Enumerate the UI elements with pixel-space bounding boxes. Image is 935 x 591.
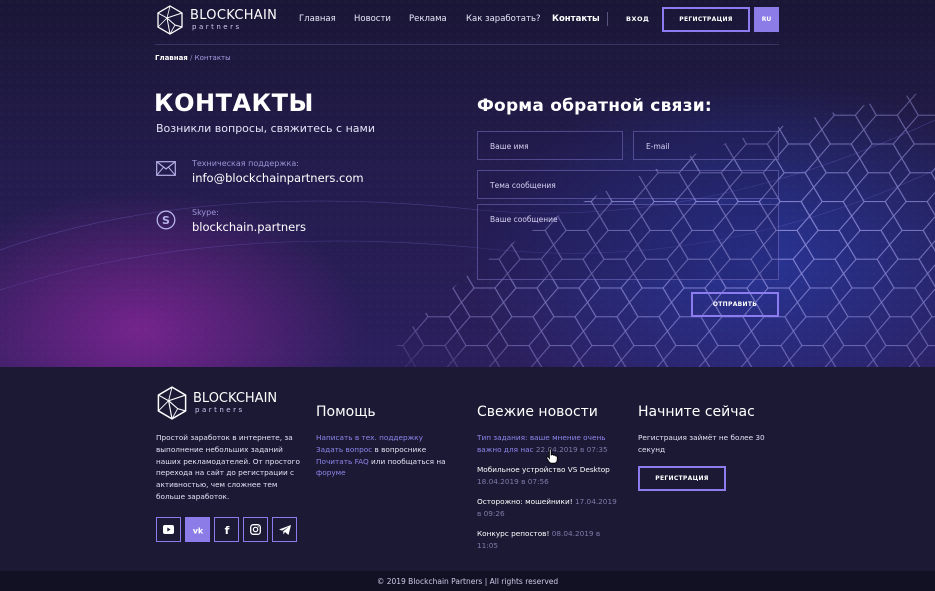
write-support-link[interactable]: Написать в тех. поддержку: [316, 433, 423, 442]
breadcrumb-home[interactable]: Главная: [155, 54, 188, 62]
nav-item-news[interactable]: Новости: [354, 14, 391, 24]
submit-button[interactable]: ОТПРАВИТЬ: [691, 292, 779, 317]
svg-text:S: S: [162, 214, 170, 227]
facebook-icon: f: [224, 524, 229, 535]
news-item-title[interactable]: Конкурс репостов!: [477, 529, 549, 538]
logo[interactable]: BLOCKCHAIN partners: [155, 5, 277, 35]
login-link[interactable]: ВХОД: [626, 15, 649, 23]
hexagon-mesh-background: [0, 0, 935, 367]
youtube-icon: [163, 525, 174, 534]
footer-logo-tagline: partners: [195, 405, 245, 414]
help-links: Написать в тех. поддержку Задать вопрос …: [316, 432, 476, 479]
message-textarea[interactable]: Ваше сообщение: [477, 204, 779, 280]
language-selector[interactable]: RU: [754, 7, 779, 32]
ask-question-link[interactable]: Задать вопрос: [316, 445, 372, 454]
news-item[interactable]: Мобильное устройство VS Desktop 18.04.20…: [477, 464, 622, 488]
nav-divider: [607, 12, 608, 26]
skype-value[interactable]: blockchain.partners: [192, 220, 306, 234]
telegram-icon: [278, 524, 291, 535]
news-item[interactable]: Осторожно: мошейники! 17.04.2019 в 09:26: [477, 496, 622, 520]
vk-icon: vk: [192, 526, 203, 534]
start-text: Регистрация займёт не более 30 секунд: [638, 433, 765, 454]
footer-logo[interactable]: BLOCKCHAIN partners: [155, 386, 277, 420]
email-input[interactable]: E-mail: [633, 131, 779, 160]
form-title: Форма обратной связи:: [477, 96, 712, 116]
footer-register-button[interactable]: РЕГИСТРАЦИЯ: [638, 466, 726, 491]
svg-text:vk: vk: [192, 526, 203, 534]
copyright: © 2019 Blockchain Partners | All rights …: [0, 571, 935, 591]
news-item-date: 18.04.2019 в 07:56: [477, 476, 549, 486]
news-item[interactable]: Конкурс репостов! 08.04.2019 в 11:05: [477, 528, 622, 552]
page-title: КОНТАКТЫ: [154, 89, 314, 117]
register-button[interactable]: РЕГИСТРАЦИЯ: [662, 7, 750, 32]
nav-item-earn[interactable]: Как заработать?: [466, 14, 541, 24]
logo-name: BLOCKCHAIN: [190, 7, 278, 23]
page-subtitle: Возникли вопросы, свяжитесь с нами: [156, 122, 375, 135]
hero-section: [0, 0, 935, 367]
ask-suffix: в вопроснике: [372, 444, 427, 454]
breadcrumb-current: Контакты: [194, 54, 231, 62]
nav-item-contacts[interactable]: Контакты: [552, 14, 600, 24]
logo-tagline: partners: [192, 22, 242, 31]
footer-logo-icon: [157, 386, 187, 420]
breadcrumb-separator: /: [190, 54, 193, 62]
forum-link[interactable]: форуме: [316, 468, 346, 477]
footer-logo-name: BLOCKCHAIN: [193, 390, 278, 406]
footer-description: Простой заработок в интернете, за выполн…: [156, 433, 300, 501]
support-label: Техническая поддержка:: [192, 159, 299, 168]
skype-icon: S: [156, 210, 176, 230]
vk-button[interactable]: vk: [185, 517, 210, 542]
faq-link[interactable]: Почитать FAQ: [316, 457, 369, 466]
svg-text:f: f: [224, 524, 229, 535]
nav-item-home[interactable]: Главная: [299, 14, 336, 24]
name-input[interactable]: Ваше имя: [477, 131, 623, 160]
instagram-icon: [250, 524, 261, 535]
mail-icon: [156, 161, 176, 176]
news-item-title[interactable]: Осторожно: мошейники!: [477, 497, 573, 506]
youtube-button[interactable]: [156, 517, 181, 542]
header-divider: [155, 44, 779, 45]
instagram-button[interactable]: [243, 517, 268, 542]
facebook-button[interactable]: f: [214, 517, 239, 542]
help-title: Помощь: [316, 404, 376, 420]
telegram-button[interactable]: [272, 517, 297, 542]
subject-input[interactable]: Тема сообщения: [477, 170, 779, 199]
skype-label: Skype:: [192, 208, 219, 217]
logo-icon: [157, 5, 183, 35]
news-item-title[interactable]: Мобильное устройство VS Desktop: [477, 465, 610, 474]
start-title: Начните сейчас: [638, 404, 755, 420]
support-email[interactable]: info@blockchainpartners.com: [192, 171, 364, 185]
hand-cursor-icon: [546, 448, 558, 464]
news-title: Свежие новости: [477, 404, 598, 420]
faq-middle: или пообщаться на: [368, 456, 446, 466]
nav-item-ads[interactable]: Реклама: [409, 14, 447, 24]
breadcrumb: Главная / Контакты: [155, 54, 231, 62]
